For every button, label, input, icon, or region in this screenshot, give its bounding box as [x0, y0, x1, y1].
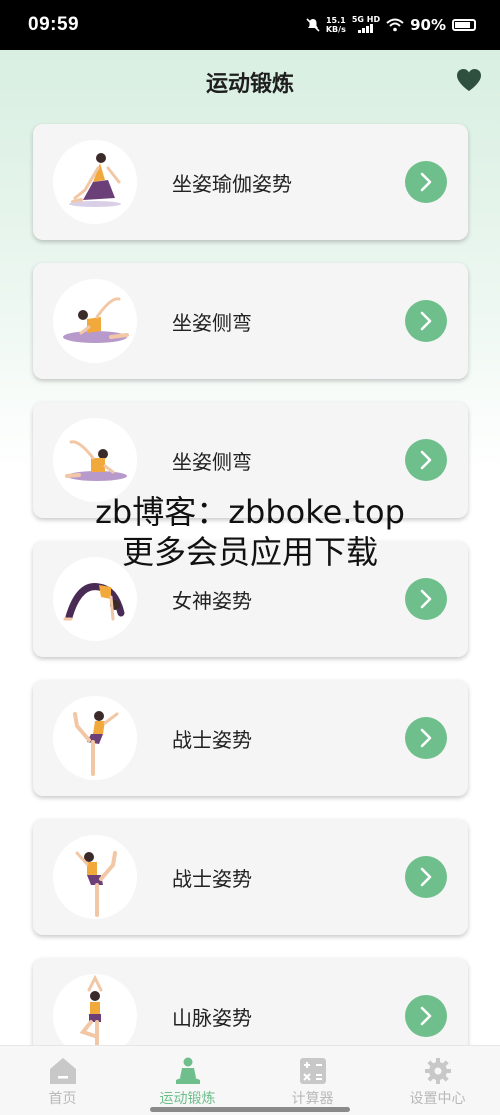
network-speed-unit: KB/s — [325, 25, 346, 34]
network-speed-value: 15.1 — [325, 16, 346, 25]
bottom-tab-bar: 首页 运动锻炼 计算器 设置中心 — [0, 1045, 500, 1115]
chevron-right-icon[interactable] — [405, 161, 447, 203]
exercise-card[interactable]: 战士姿势 — [33, 819, 468, 935]
battery-icon — [452, 19, 476, 31]
yoga-seated-side-bend-icon — [53, 418, 137, 502]
chevron-right-icon[interactable] — [405, 300, 447, 342]
chevron-right-icon[interactable] — [405, 995, 447, 1037]
page-title: 运动锻炼 — [205, 72, 294, 97]
mute-bell-icon — [306, 18, 320, 32]
tab-home[interactable]: 首页 — [0, 1046, 125, 1115]
chevron-right-icon[interactable] — [405, 856, 447, 898]
calculator-icon — [299, 1058, 326, 1084]
chevron-right-icon[interactable] — [405, 717, 447, 759]
status-time: 09:59 — [28, 14, 80, 35]
home-icon — [49, 1058, 76, 1084]
status-indicators: 15.1 KB/s 5G HD 90% — [306, 15, 476, 35]
chevron-right-icon[interactable] — [405, 578, 447, 620]
exercise-title: 战士姿势 — [172, 866, 252, 891]
exercise-card[interactable]: 战士姿势 — [33, 680, 468, 796]
watermark-line-1: zb博客：zbboke.top — [95, 493, 405, 531]
tab-exercise[interactable]: 运动锻炼 — [125, 1046, 250, 1115]
battery-percent: 90% — [410, 16, 446, 34]
tab-settings[interactable]: 设置中心 — [375, 1046, 500, 1115]
exercise-title: 坐姿侧弯 — [172, 310, 252, 335]
meditation-icon — [175, 1057, 200, 1084]
yoga-seated-twist-icon — [53, 140, 137, 224]
chevron-right-icon[interactable] — [405, 439, 447, 481]
watermark-overlay: zb博客：zbboke.top 更多会员应用下载 — [0, 492, 500, 572]
tab-label: 设置中心 — [409, 1091, 466, 1107]
tab-label: 首页 — [48, 1091, 77, 1107]
exercise-card[interactable]: 坐姿侧弯 — [33, 263, 468, 379]
network-type-label: 5G HD — [351, 15, 381, 24]
exercise-title: 坐姿瑜伽姿势 — [172, 171, 292, 196]
tab-calculator[interactable]: 计算器 — [250, 1046, 375, 1115]
yoga-dancer-pose-icon — [53, 696, 137, 780]
tab-label: 计算器 — [291, 1091, 334, 1107]
watermark-line-2: 更多会员应用下载 — [121, 533, 378, 571]
wifi-icon — [386, 18, 404, 32]
header: 运动锻炼 — [0, 50, 500, 114]
signal-icon — [357, 24, 373, 33]
yoga-seated-side-bend-icon — [53, 279, 137, 363]
network-speed: 15.1 KB/s — [326, 16, 346, 34]
exercise-title: 战士姿势 — [172, 727, 252, 752]
yoga-dancer-pose-icon — [53, 835, 137, 919]
network-type: 5G HD — [352, 15, 380, 35]
exercise-card[interactable]: 坐姿瑜伽姿势 — [33, 124, 468, 240]
heart-icon[interactable] — [456, 68, 482, 92]
gear-icon — [424, 1058, 451, 1084]
home-indicator[interactable] — [150, 1107, 350, 1112]
status-bar: 09:59 15.1 KB/s 5G HD 90% — [0, 0, 500, 50]
tab-label: 运动锻炼 — [159, 1091, 216, 1107]
